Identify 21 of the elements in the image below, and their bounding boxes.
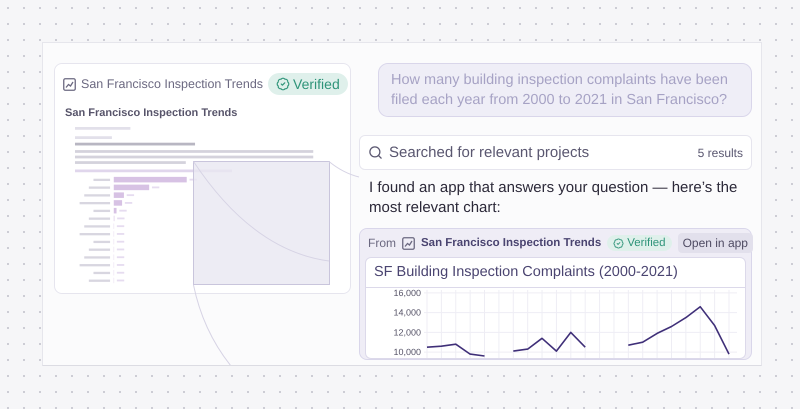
answer-text: I found an app that answers your question — here’s the most relevant chart: <box>368 178 738 218</box>
y-tick-label: 10,000 <box>393 347 421 358</box>
y-tick-label: 14,000 <box>393 308 421 318</box>
y-tick-label: 12,000 <box>393 327 421 338</box>
result-count: 5 results <box>698 146 743 160</box>
verified-badge: Verified <box>268 73 348 95</box>
verified-icon <box>276 77 290 91</box>
document-title: San Francisco Inspection Trends <box>81 77 264 91</box>
verified-icon <box>613 238 624 248</box>
chart-title: SF Building Inspection Complaints (2000-2021) <box>366 258 745 288</box>
app-name: San Francisco Inspection Trends <box>421 237 602 249</box>
search-label: Searched for relevant projects <box>389 144 590 161</box>
verified-badge: Verified <box>607 235 672 251</box>
preview-heading: San Francisco Inspection Trends <box>65 107 238 119</box>
open-in-app-button[interactable]: Open in app <box>678 233 753 253</box>
line-chart-icon <box>402 236 415 250</box>
line-chart-icon <box>63 78 76 90</box>
y-tick-label: 16,000 <box>393 288 421 298</box>
search-icon <box>368 145 383 160</box>
question-bubble: How many building inspection complaints have been filed each year from 2000 to 2021 in San Francisco? <box>378 63 752 117</box>
from-label: From <box>368 236 396 250</box>
